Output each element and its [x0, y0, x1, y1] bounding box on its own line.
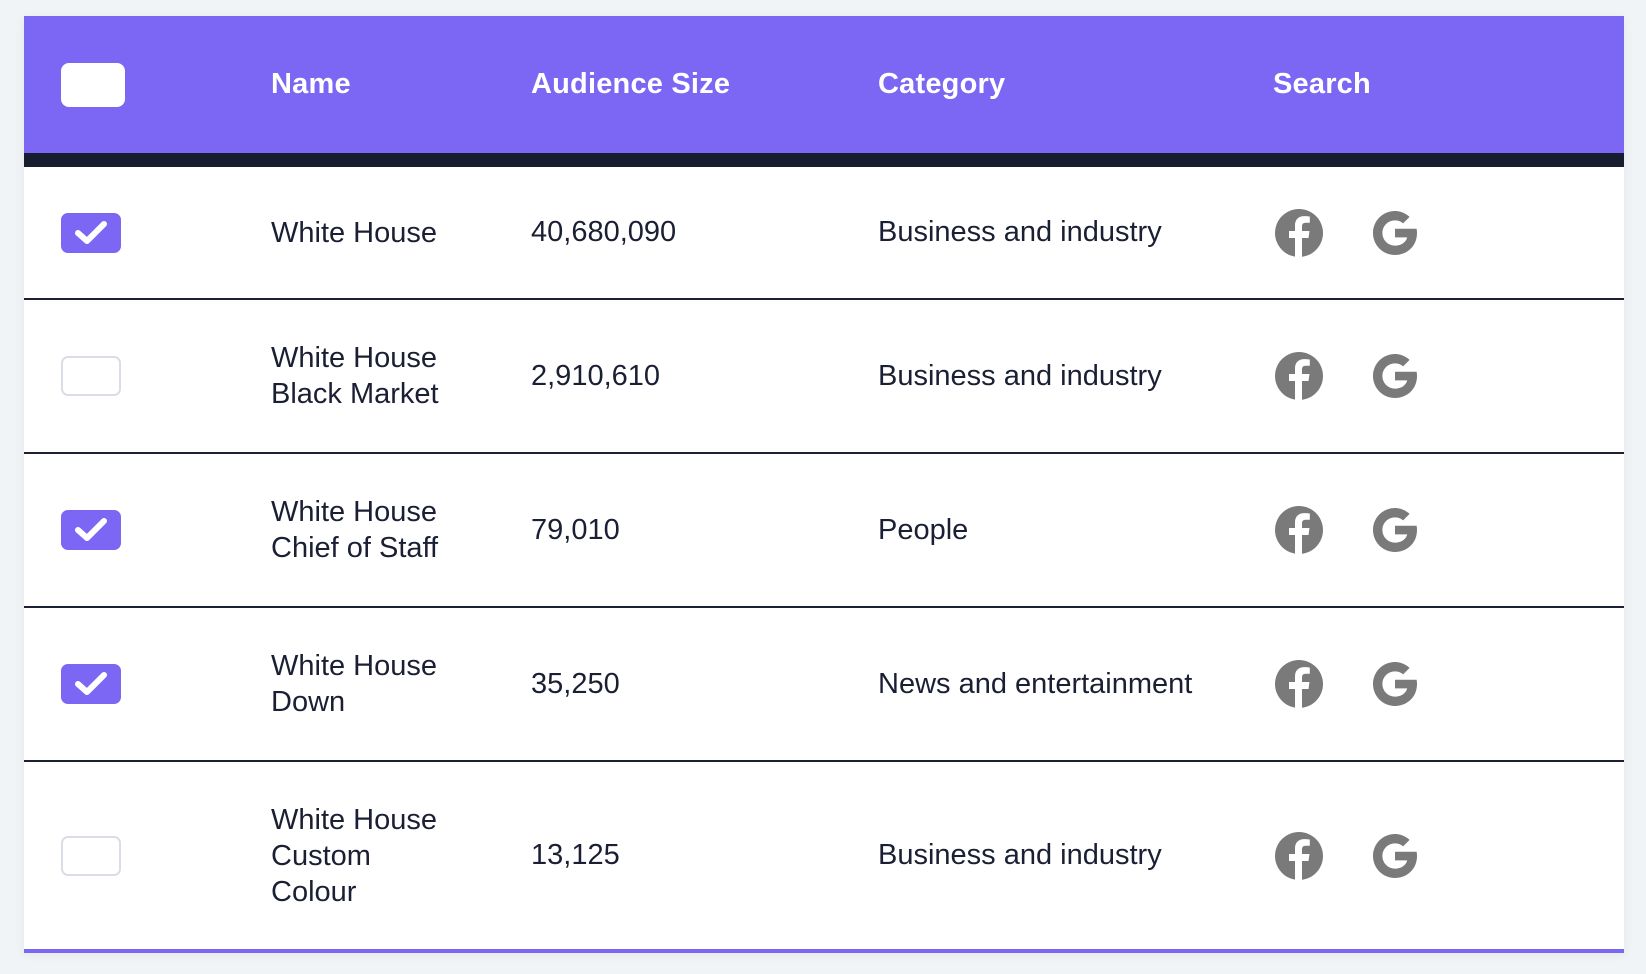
row-name: White House Custom Colour — [271, 803, 438, 908]
row-category: News and entertainment — [878, 667, 1193, 700]
facebook-search-button[interactable] — [1273, 830, 1325, 882]
facebook-search-button[interactable] — [1273, 207, 1325, 259]
row-category: Business and industry — [878, 216, 1162, 248]
row-category: Business and industry — [878, 839, 1162, 871]
table-row: White House Custom Colour 13,125 Busines… — [24, 762, 1624, 949]
column-header-search: Search — [1273, 68, 1371, 100]
row-checkbox[interactable] — [61, 664, 121, 704]
google-search-button[interactable] — [1369, 830, 1421, 882]
google-icon — [1373, 354, 1417, 398]
facebook-icon — [1275, 831, 1323, 880]
table-row: White House 40,680,090 Business and indu… — [24, 167, 1624, 300]
table-row: White House Chief of Staff 79,010 People — [24, 454, 1624, 608]
facebook-icon — [1275, 208, 1323, 257]
table-header: Name Audience Size Category Search — [24, 16, 1624, 167]
google-search-button[interactable] — [1369, 350, 1421, 402]
column-header-audience-size[interactable]: Audience Size — [531, 68, 730, 101]
google-search-button[interactable] — [1369, 658, 1421, 710]
row-category: People — [878, 513, 969, 546]
select-all-checkbox[interactable] — [61, 62, 125, 107]
google-search-button[interactable] — [1369, 504, 1421, 556]
facebook-icon — [1275, 506, 1323, 554]
table-row: White House Down 35,250 News and enterta… — [24, 608, 1624, 762]
row-name: White House Down — [271, 650, 438, 718]
google-icon — [1373, 662, 1417, 706]
google-icon — [1373, 833, 1417, 878]
row-audience-size: 35,250 — [531, 667, 620, 700]
audience-table: Name Audience Size Category Search White… — [24, 16, 1624, 953]
row-name: White House Black Market — [271, 342, 439, 410]
row-audience-size: 79,010 — [531, 513, 620, 546]
checkmark-icon — [75, 672, 107, 695]
row-checkbox[interactable] — [61, 835, 121, 876]
checkmark-icon — [75, 518, 107, 541]
google-icon — [1373, 210, 1417, 255]
facebook-search-button[interactable] — [1273, 504, 1325, 556]
row-name: White House Chief of Staff — [271, 496, 439, 564]
row-name: White House — [271, 216, 438, 249]
row-checkbox[interactable] — [61, 356, 121, 396]
row-category: Business and industry — [878, 359, 1162, 392]
column-header-category[interactable]: Category — [878, 68, 1005, 101]
google-search-button[interactable] — [1369, 207, 1421, 259]
row-checkbox[interactable] — [61, 510, 121, 550]
checkmark-icon — [75, 220, 107, 244]
google-icon — [1373, 508, 1417, 552]
table-body: White House 40,680,090 Business and indu… — [24, 167, 1624, 949]
facebook-search-button[interactable] — [1273, 350, 1325, 402]
row-checkbox[interactable] — [61, 212, 121, 253]
table-row: White House Black Market 2,910,610 Busin… — [24, 300, 1624, 454]
facebook-icon — [1275, 352, 1323, 400]
column-header-name[interactable]: Name — [271, 68, 351, 101]
row-audience-size: 2,910,610 — [531, 359, 661, 392]
row-audience-size: 13,125 — [531, 839, 620, 871]
facebook-search-button[interactable] — [1273, 658, 1325, 710]
facebook-icon — [1275, 660, 1323, 708]
row-audience-size: 40,680,090 — [531, 216, 677, 248]
